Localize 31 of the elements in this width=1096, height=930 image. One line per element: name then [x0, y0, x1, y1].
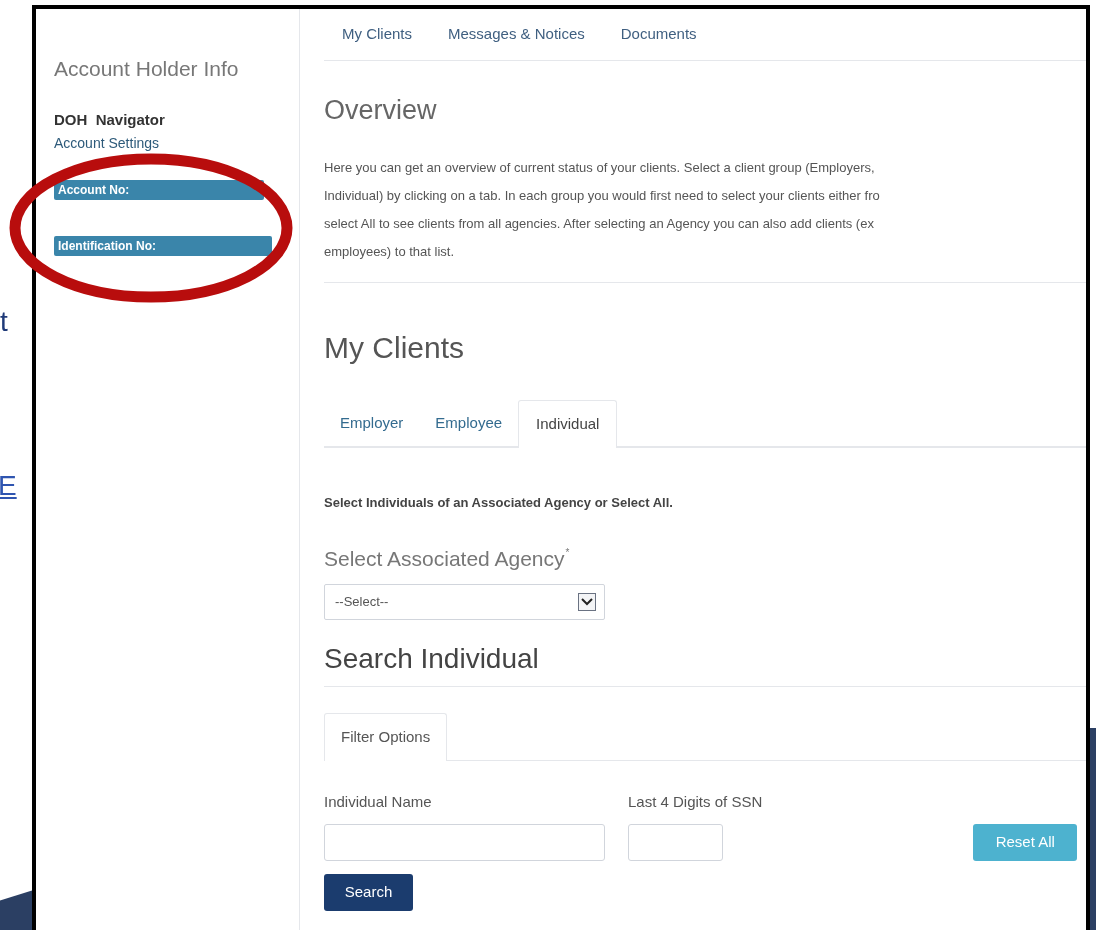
account-settings-link[interactable]: Account Settings	[54, 133, 160, 154]
search-button[interactable]: Search	[324, 873, 413, 911]
paragraph-line: Individual) by clicking on a tab. In each group you would first need to select your clients either fro	[324, 187, 881, 205]
filter-tab[interactable]: Filter Options	[324, 713, 448, 761]
field-label: Select Associated Agency	[324, 545, 565, 572]
slide-text: t	[0, 308, 8, 336]
paragraph-line: employees) to that list.	[324, 243, 456, 261]
agency-select[interactable]: --Select--	[324, 584, 605, 620]
user-name: DOH Navigator	[54, 109, 165, 130]
input-field[interactable]	[324, 823, 605, 861]
field-label: Individual Name	[324, 792, 433, 812]
paragraph-line: select All to see clients from all agencies. After selecting an Agency you can also add clients (ex	[324, 215, 875, 233]
chevron-down-icon	[578, 593, 596, 611]
paragraph-line: Here you can get an overview of current status of your clients. Select a client group (Employers,	[324, 159, 876, 177]
section-heading: My Clients	[324, 333, 465, 363]
input-field[interactable]	[628, 823, 723, 861]
nav-tab[interactable]: Messages & Notices	[432, 23, 601, 46]
slide-link-text: E	[0, 472, 17, 500]
nav-tab[interactable]: My Clients	[326, 23, 428, 46]
client-group-tab[interactable]: Employee	[419, 400, 519, 446]
field-label: Last 4 Digits of SSN	[628, 792, 763, 812]
sidebar-title: Account Holder Info	[54, 56, 239, 82]
client-group-tab[interactable]: Employer	[324, 400, 420, 446]
instruction-text: Select Individuals of an Associated Agency or Select All.	[324, 494, 673, 512]
section-heading: Search Individual	[324, 642, 1086, 687]
client-group-tab[interactable]: Individual	[518, 400, 618, 448]
info-bar: Account No:	[54, 180, 264, 200]
nav-tab[interactable]: Documents	[604, 23, 713, 46]
required-mark: *	[565, 545, 570, 560]
section-heading: Overview	[324, 97, 437, 124]
info-bar: Identification No:	[54, 236, 272, 256]
